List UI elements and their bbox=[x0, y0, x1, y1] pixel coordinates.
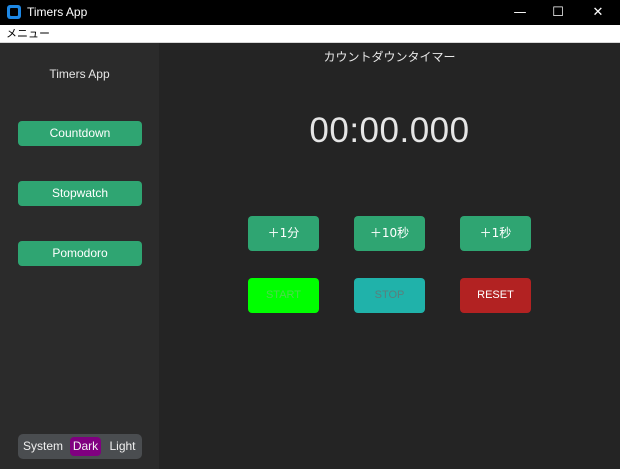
sidebar-title: Timers App bbox=[49, 67, 110, 81]
close-button[interactable]: ✕ bbox=[580, 0, 616, 25]
reset-button[interactable]: RESET bbox=[460, 278, 531, 313]
add-10-seconds-button[interactable]: ＋10秒 bbox=[354, 216, 425, 251]
minimize-button[interactable]: — bbox=[502, 0, 538, 25]
stop-button[interactable]: STOP bbox=[354, 278, 425, 313]
start-button[interactable]: START bbox=[248, 278, 319, 313]
maximize-button[interactable]: ☐ bbox=[540, 0, 576, 25]
appearance-option-dark[interactable]: Dark bbox=[70, 437, 101, 456]
main-panel: カウントダウンタイマー 00:00.000 ＋1分 ＋10秒 ＋1秒 START… bbox=[159, 43, 620, 469]
stopwatch-button[interactable]: Stopwatch bbox=[18, 181, 142, 206]
appearance-option-system[interactable]: System bbox=[21, 437, 65, 456]
sidebar: Timers App Countdown Stopwatch Pomodoro … bbox=[0, 43, 159, 469]
appearance-option-light[interactable]: Light bbox=[106, 437, 139, 456]
app-icon bbox=[7, 5, 21, 19]
timer-display: 00:00.000 bbox=[309, 111, 470, 150]
page-title: カウントダウンタイマー bbox=[323, 50, 456, 64]
appearance-mode-segmented-control: System Dark Light bbox=[18, 434, 142, 459]
pomodoro-button[interactable]: Pomodoro bbox=[18, 241, 142, 266]
menu-item-menu[interactable]: メニュー bbox=[6, 27, 50, 41]
countdown-button[interactable]: Countdown bbox=[18, 121, 142, 146]
window-title: Timers App bbox=[27, 5, 88, 19]
add-1-minute-button[interactable]: ＋1分 bbox=[248, 216, 319, 251]
menu-bar: メニュー bbox=[0, 25, 620, 43]
add-1-second-button[interactable]: ＋1秒 bbox=[460, 216, 531, 251]
title-bar: Timers App — ☐ ✕ bbox=[0, 0, 620, 25]
